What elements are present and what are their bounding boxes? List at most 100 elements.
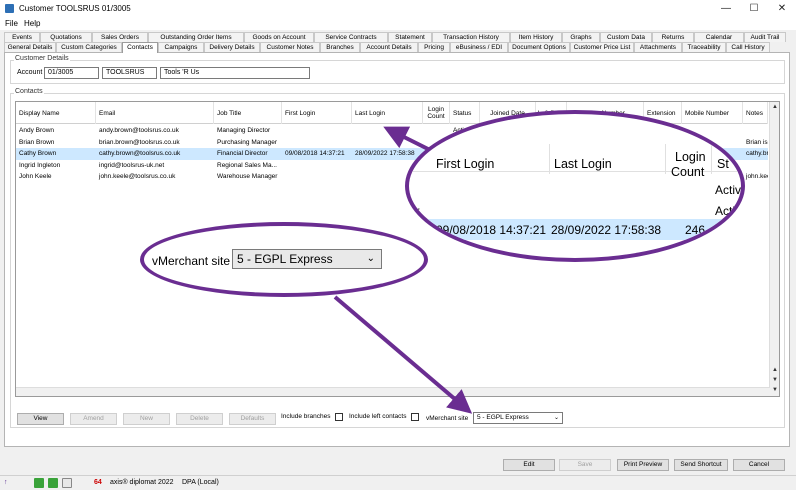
tab-tabs_row2-0[interactable]: General Details [4, 42, 56, 52]
tab-tabs_row2-1[interactable]: Custom Categories [56, 42, 122, 52]
column-header-1[interactable]: Email [96, 102, 214, 124]
cell-name: Ingrid Ingleton [19, 161, 61, 169]
tab-tabs_row1-1[interactable]: Quotations [40, 32, 92, 42]
send-shortcut-button[interactable]: Send Shortcut [674, 459, 728, 471]
chevron-down-icon: ⌄ [553, 415, 559, 421]
horizontal-scrollbar[interactable] [16, 387, 770, 396]
short-name-field[interactable]: TOOLSRUS [102, 67, 157, 79]
zoom-active-1: Active [715, 183, 745, 197]
cell-first [282, 137, 352, 149]
tab-tabs_row2-6[interactable]: Branches [320, 42, 360, 52]
cell-email: john.keele@toolsrus.co.uk [99, 173, 176, 180]
tab-tabs_row2-8[interactable]: Pricing [418, 42, 450, 52]
window-title: Customer TOOLSRUS 01/3005 [19, 4, 131, 13]
tab-tabs_row1-6[interactable]: Statement [388, 32, 432, 42]
tab-tabs_row2-5[interactable]: Customer Notes [260, 42, 320, 52]
chevron-down-icon: ⌄ [366, 253, 375, 264]
save-button[interactable]: Save [559, 459, 611, 471]
refresh-icon[interactable] [34, 478, 44, 488]
customer-details-label: Customer Details [14, 55, 70, 62]
defaults-button[interactable]: Defaults [229, 413, 276, 425]
tab-tabs_row1-9[interactable]: Graphs [562, 32, 600, 42]
scroll-down-icon[interactable]: ▼ [771, 376, 779, 384]
zoom-fragment: A [717, 223, 726, 237]
scroll-up-icon[interactable]: ▲ [771, 103, 779, 111]
tab-tabs_row2-9[interactable]: eBusiness / EDI [450, 42, 508, 52]
tab-tabs_row2-13[interactable]: Traceability [682, 42, 726, 52]
tab-tabs_row2-12[interactable]: Attachments [634, 42, 682, 52]
tab-tabs_row1-11[interactable]: Returns [652, 32, 694, 42]
tab-tabs_row2-7[interactable]: Account Details [360, 42, 418, 52]
tab-tabs_row1-10[interactable]: Custom Data [600, 32, 652, 42]
column-header-6[interactable]: Status [450, 102, 480, 124]
cell-notes: john.kee [746, 173, 768, 180]
cell-job: Purchasing Manager [217, 138, 277, 146]
tab-row-1: Events Quotations Sales Orders Outstanding … [4, 32, 786, 42]
new-button[interactable]: New [123, 413, 170, 425]
vmerchant-select-value: 5 - EGPL Express [477, 414, 529, 421]
zoom-vmerchant-select[interactable]: 5 - EGPL Express ⌄ [232, 249, 382, 269]
menu-help[interactable]: Help [24, 19, 40, 28]
tab-tabs_row2-11[interactable]: Customer Price List [570, 42, 634, 52]
account-label: Account [17, 69, 43, 76]
cell-name: Cathy Brown [19, 150, 57, 157]
tab-tabs_row2-10[interactable]: Document Options [508, 42, 570, 52]
sync-icon[interactable] [48, 478, 58, 488]
include-left-checkbox[interactable] [411, 413, 419, 421]
zoom-vmerchant-label: vMerchant site [152, 254, 231, 268]
cancel-button[interactable]: Cancel [733, 459, 785, 471]
maximize-icon[interactable]: ☐ [740, 0, 768, 18]
vmerchant-select[interactable]: 5 - EGPL Express ⌄ [473, 412, 563, 424]
up-arrow-icon[interactable]: ↑ [4, 479, 8, 486]
tab-tabs_row1-7[interactable]: Transaction History [432, 32, 510, 42]
tab-tabs_row2-2[interactable]: Contacts [122, 42, 158, 53]
cell-email: ingrid@toolsrus-uk.net [99, 161, 165, 169]
column-header-5[interactable]: Login Count [423, 102, 450, 124]
zoom-status-header: St [717, 157, 729, 171]
cell-job: Financial Director [217, 150, 268, 157]
tab-tabs_row1-0[interactable]: Events [4, 32, 40, 42]
tab-tabs_row1-13[interactable]: Audit Trail [744, 32, 786, 42]
column-header-12[interactable]: Notes [743, 102, 768, 124]
menu-file[interactable]: File [5, 19, 18, 28]
tab-row-2: General Details Custom Categories Contacts… [4, 42, 770, 53]
menu-bar: File Help [0, 18, 796, 30]
tab-tabs_row1-4[interactable]: Goods on Account [244, 32, 314, 42]
column-header-11[interactable]: Mobile Number [682, 102, 743, 124]
scroll-up-icon[interactable]: ▲ [771, 366, 779, 374]
cell-job: Regional Sales Ma... [217, 161, 277, 169]
tab-tabs_row2-3[interactable]: Campaigns [158, 42, 204, 52]
tab-tabs_row2-14[interactable]: Call History [726, 42, 770, 52]
tab-tabs_row1-5[interactable]: Service Contracts [314, 32, 388, 42]
column-header-0[interactable]: Display Name [16, 102, 96, 124]
tab-tabs_row1-8[interactable]: Item History [510, 32, 562, 42]
delete-button[interactable]: Delete [176, 413, 223, 425]
tab-tabs_row1-3[interactable]: Outstanding Order Items [148, 32, 244, 42]
column-header-4[interactable]: Last Login [352, 102, 423, 124]
zoom-last-login-header: Last Login [554, 157, 612, 171]
zoom-vmerchant-callout: vMerchant site 5 - EGPL Express ⌄ [140, 222, 428, 297]
minimize-icon[interactable]: — [712, 0, 740, 18]
cell-name: John Keele [19, 173, 52, 180]
edit-button[interactable]: Edit [503, 459, 555, 471]
vertical-scrollbar[interactable]: ▲ ▲ ▼ ▼ [769, 102, 779, 396]
title-bar: Customer TOOLSRUS 01/3005 — ☐ ✕ [0, 0, 796, 18]
tab-tabs_row1-2[interactable]: Sales Orders [92, 32, 148, 42]
tab-tabs_row2-4[interactable]: Delivery Details [204, 42, 260, 52]
column-header-2[interactable]: Job Title [214, 102, 282, 124]
column-header-3[interactable]: First Login [282, 102, 352, 124]
print-preview-button[interactable]: Print Preview [617, 459, 669, 471]
scroll-down-icon[interactable]: ▼ [771, 386, 779, 394]
zoom-login-count-header-2: Count [671, 165, 705, 179]
checklist-icon[interactable] [62, 478, 72, 488]
account-field[interactable]: 01/3005 [44, 67, 99, 79]
close-icon[interactable]: ✕ [768, 0, 796, 18]
tab-tabs_row1-12[interactable]: Calendar [694, 32, 744, 42]
amend-button[interactable]: Amend [70, 413, 117, 425]
include-branches-label: Include branches [281, 413, 331, 420]
zoom-vmerchant-value: 5 - EGPL Express [237, 252, 333, 266]
full-name-field[interactable]: Tools 'R Us [160, 67, 310, 79]
cell-email: brian.brown@toolsrus.co.uk [99, 138, 180, 146]
include-branches-checkbox[interactable] [335, 413, 343, 421]
view-button[interactable]: View [17, 413, 64, 425]
